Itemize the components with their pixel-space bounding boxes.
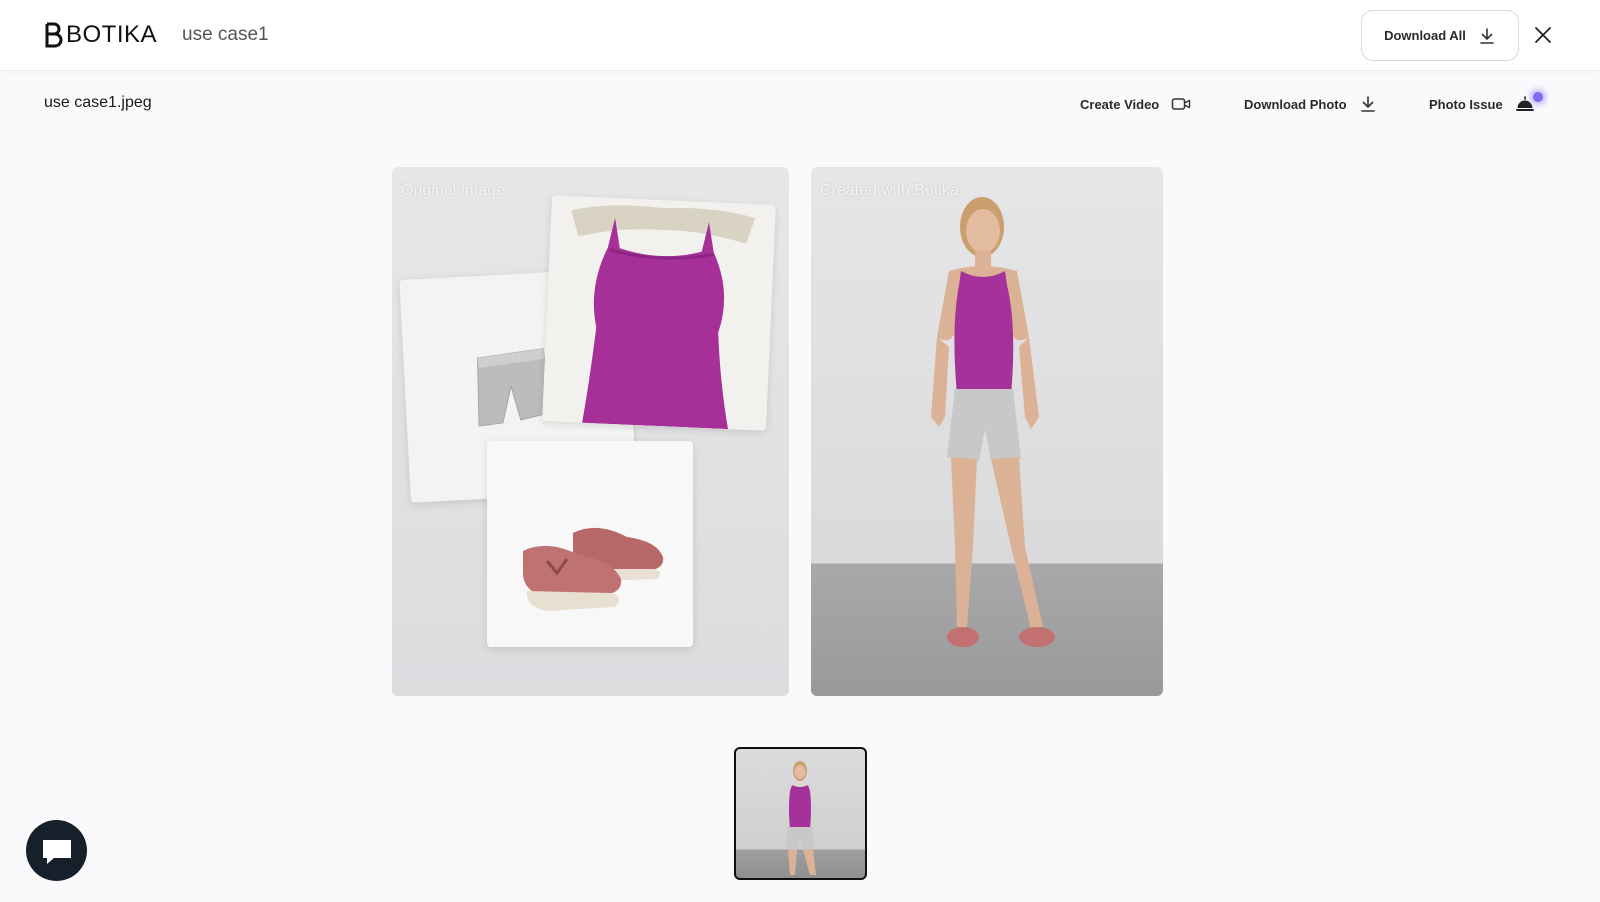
selected-photo-thumbnail[interactable]	[734, 747, 867, 880]
created-image-label: Created with Botika	[820, 182, 959, 199]
photo-issue-icon-wrap	[1515, 92, 1543, 113]
project-title[interactable]: use case1	[182, 24, 269, 46]
close-icon	[1535, 27, 1551, 43]
download-icon	[1360, 96, 1375, 112]
file-name: use case1.jpeg	[44, 94, 152, 111]
service-bell-icon	[1515, 96, 1534, 111]
notification-dot	[1532, 92, 1543, 102]
close-button[interactable]	[1530, 22, 1556, 48]
top-bar: BOTIKA use case1 Download All	[0, 0, 1600, 71]
photo-issue-button[interactable]: Photo Issue	[1429, 92, 1543, 116]
chat-icon	[42, 839, 71, 864]
video-camera-icon	[1172, 98, 1191, 110]
download-photo-label: Download Photo	[1244, 96, 1347, 112]
create-video-label: Create Video	[1080, 96, 1160, 112]
thumbnail-image	[786, 761, 816, 875]
created-image-panel[interactable]: Created with Botika	[811, 167, 1163, 696]
original-image-label: Original Image	[401, 182, 506, 199]
model-photo-image	[931, 197, 1055, 647]
download-all-button[interactable]: Download All	[1361, 10, 1519, 61]
shoes-product-card	[487, 441, 693, 647]
botika-logo-mark-icon	[45, 22, 63, 48]
download-photo-button[interactable]: Download Photo	[1244, 92, 1377, 116]
shoes-image	[523, 527, 664, 611]
chat-support-button[interactable]	[26, 820, 87, 881]
magenta-top-image	[542, 195, 776, 431]
botika-logo[interactable]: BOTIKA	[44, 21, 158, 48]
download-icon	[1480, 27, 1494, 44]
photo-issue-label: Photo Issue	[1429, 96, 1503, 112]
original-image-panel[interactable]: Original Image	[392, 167, 789, 696]
download-all-label: Download All	[1384, 28, 1466, 43]
create-video-button[interactable]: Create Video	[1080, 92, 1191, 116]
logo-text: BOTIKA	[66, 21, 158, 48]
top-product-card	[542, 195, 776, 431]
